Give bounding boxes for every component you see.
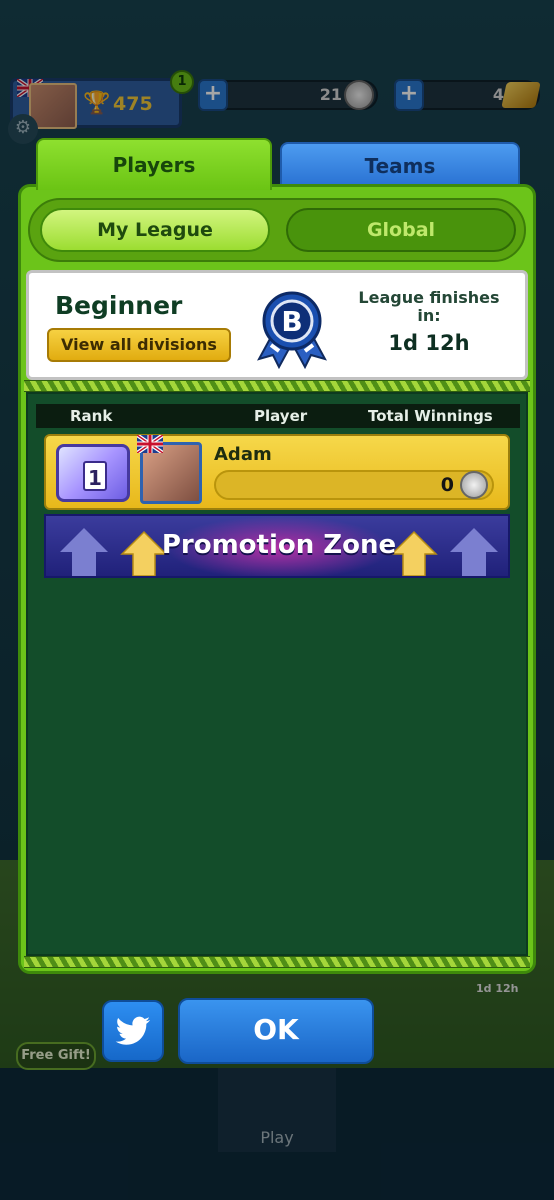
league-header-card: Beginner View all divisions B League fin…: [26, 270, 528, 380]
badge-letter: B: [281, 305, 302, 338]
rope-divider-bottom: [24, 956, 530, 968]
winnings-bar: 0: [214, 470, 494, 500]
promotion-zone-banner: Promotion Zone: [44, 514, 510, 578]
table-row[interactable]: 1 Adam 0: [44, 434, 510, 510]
promotion-zone-label: Promotion Zone: [161, 530, 397, 560]
rope-divider-top: [24, 380, 530, 392]
rank-number: 1: [83, 461, 107, 491]
league-countdown: League finishes in: 1d 12h: [347, 288, 511, 356]
player-avatar: [137, 435, 202, 504]
tab-players[interactable]: Players: [36, 138, 272, 190]
column-player: Player: [254, 407, 308, 425]
division-name: Beginner: [55, 291, 183, 320]
league-scope-toggle: My League Global: [28, 198, 526, 262]
uk-flag-icon: [137, 435, 163, 453]
league-finish-label: League finishes in:: [358, 288, 500, 325]
column-rank: Rank: [70, 407, 113, 425]
my-league-button[interactable]: My League: [40, 208, 270, 252]
tab-teams[interactable]: Teams: [280, 142, 520, 186]
column-total-winnings: Total Winnings: [368, 407, 493, 425]
winnings-amount: 0: [440, 474, 454, 496]
ok-button[interactable]: OK: [178, 998, 374, 1064]
twitter-share-button[interactable]: [102, 1000, 164, 1062]
league-finish-time: 1d 12h: [388, 331, 470, 355]
player-name: Adam: [214, 444, 272, 465]
view-all-divisions-button[interactable]: View all divisions: [47, 328, 231, 362]
twitter-bird-icon: [115, 1016, 150, 1045]
rank-chest-icon: 1: [56, 444, 130, 502]
division-badge-icon: B: [257, 291, 327, 369]
coin-icon: [460, 471, 488, 499]
table-header: Rank Player Total Winnings: [36, 404, 520, 428]
global-button[interactable]: Global: [286, 208, 516, 252]
